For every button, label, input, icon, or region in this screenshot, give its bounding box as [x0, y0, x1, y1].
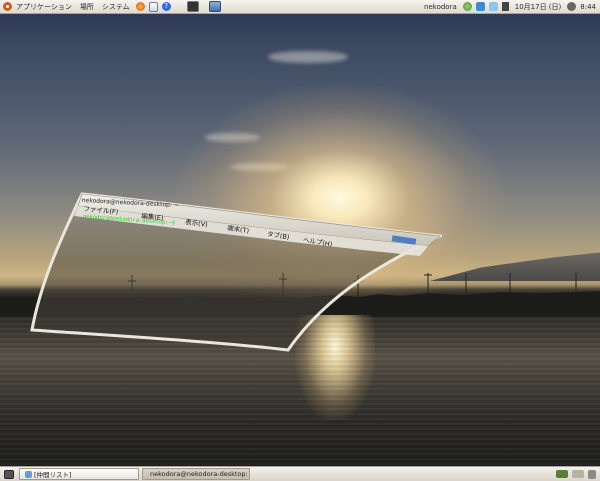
update-icon[interactable] — [475, 2, 485, 11]
applications-menu[interactable]: アプリケーション — [12, 2, 76, 12]
power-icon[interactable] — [567, 2, 577, 11]
date-clock[interactable]: 10月17日 (日) — [511, 2, 566, 12]
volume-icon[interactable] — [501, 2, 509, 11]
taskbar-item-buddy-list[interactable]: [仲間リスト] — [19, 468, 139, 480]
system-menu[interactable]: システム — [98, 2, 134, 12]
clipboard-icon[interactable] — [488, 2, 498, 11]
top-panel: アプリケーション 場所 システム ? nekodora 10月17日 (日) 8… — [0, 0, 600, 14]
places-menu[interactable]: 場所 — [76, 2, 98, 12]
taskbar-item-terminal[interactable]: nekodora@nekodora-desktop: ~ — [142, 468, 250, 480]
workspace-switcher-2[interactable] — [572, 470, 584, 478]
terminal-launcher-icon[interactable] — [186, 1, 199, 12]
user-name[interactable]: nekodora — [420, 3, 461, 11]
time-clock[interactable]: 8:44 — [578, 3, 600, 11]
network-icon[interactable] — [462, 2, 472, 11]
bottom-panel: [仲間リスト] nekodora@nekodora-desktop: ~ — [0, 466, 600, 481]
mail-icon[interactable] — [148, 1, 158, 12]
firefox-icon[interactable] — [135, 2, 145, 11]
pidgin-icon — [25, 470, 32, 478]
trash-icon[interactable] — [588, 469, 596, 479]
cloud — [268, 51, 348, 63]
workspace-switcher[interactable] — [556, 470, 568, 478]
ubuntu-logo-icon[interactable] — [3, 2, 12, 11]
help-icon[interactable]: ? — [161, 2, 171, 11]
show-desktop-icon[interactable] — [4, 469, 14, 479]
screen-icon[interactable] — [208, 1, 221, 12]
